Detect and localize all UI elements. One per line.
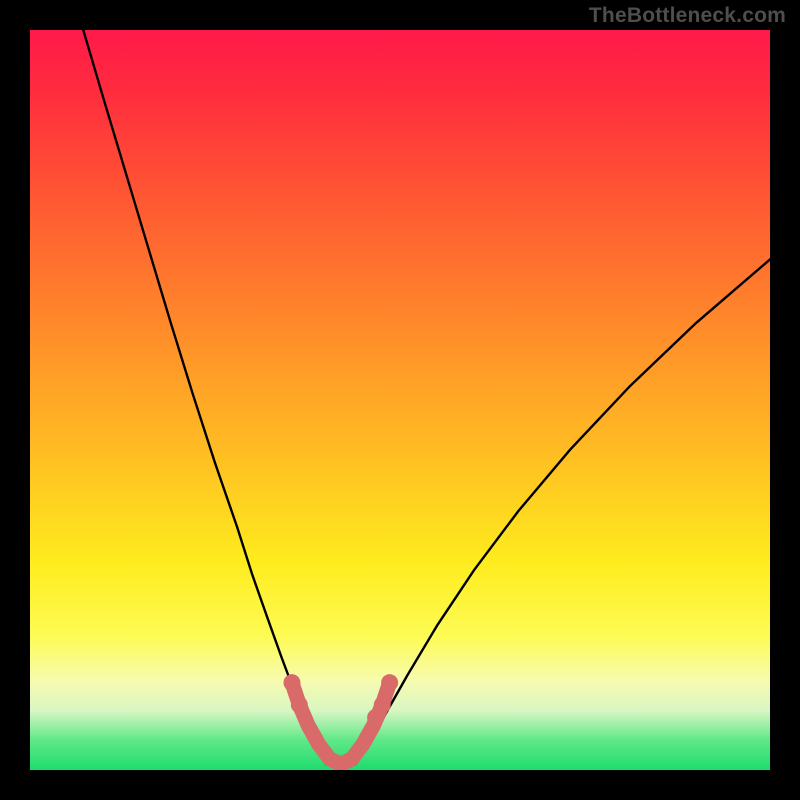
marker-dot [367, 709, 384, 726]
plot-area [30, 30, 770, 770]
bottleneck-curve-right [356, 259, 770, 764]
watermark-text: TheBottleneck.com [589, 4, 786, 28]
marker-dot [291, 696, 308, 713]
curve-layer [30, 30, 770, 770]
bottleneck-curve-left [83, 30, 326, 764]
marker-dot [283, 674, 300, 691]
marker-dot [381, 674, 398, 691]
chart-frame: TheBottleneck.com [0, 0, 800, 800]
